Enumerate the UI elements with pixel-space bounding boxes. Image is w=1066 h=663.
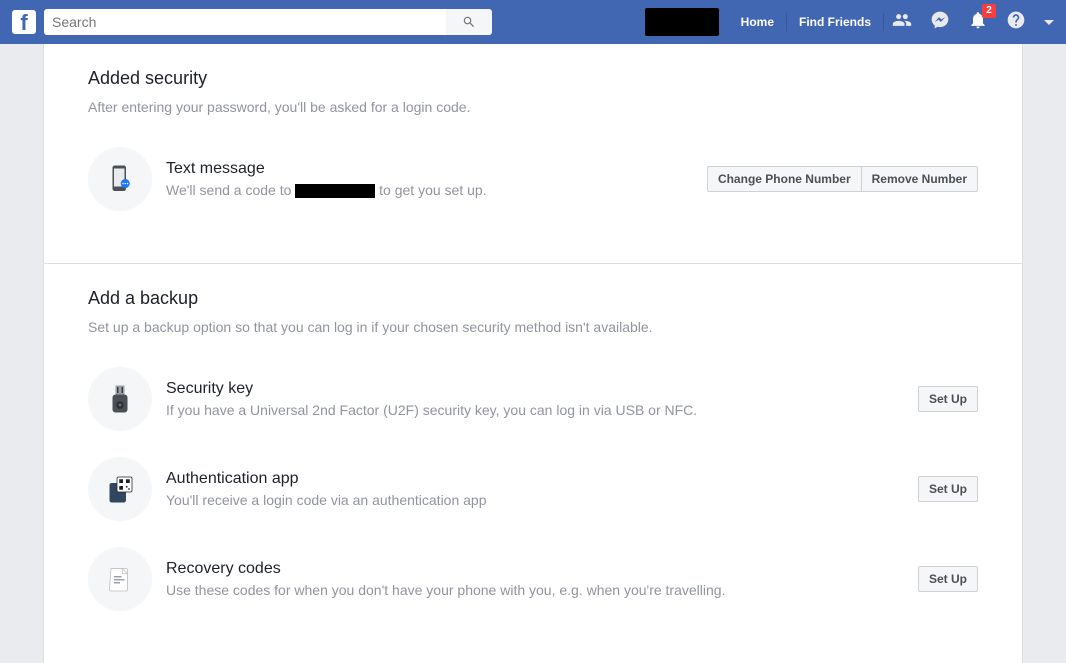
profile-link[interactable] [645,8,719,36]
item-desc: If you have a Universal 2nd Factor (U2F)… [166,402,904,418]
section-title: Added security [88,68,978,89]
item-body: Recovery codes Use these codes for when … [166,560,904,598]
item-title: Recovery codes [166,560,904,578]
messenger-icon [930,10,950,30]
facebook-logo[interactable]: f [12,10,36,34]
recovery-codes-icon [88,547,152,611]
item-desc: You'll receive a login code via an authe… [166,492,904,508]
security-key-icon [88,367,152,431]
settings-card: Added security After entering your passw… [43,44,1023,663]
search-button[interactable] [446,9,492,35]
header-icons: 2 [892,10,1054,35]
item-desc: We'll send a code to to get you set up. [166,182,693,198]
top-header: f Home Find Friends 2 [0,0,1066,44]
item-body: Authentication app You'll receive a logi… [166,470,904,508]
search-container [44,9,492,35]
item-body: Text message We'll send a code to to get… [166,160,693,198]
item-title: Text message [166,160,693,178]
section-desc: Set up a backup option so that you can l… [88,319,978,335]
setup-security-key-button[interactable]: Set Up [918,386,978,412]
item-title: Authentication app [166,470,904,488]
item-body: Security key If you have a Universal 2nd… [166,380,904,418]
add-backup-section: Add a backup Set up a backup option so t… [44,264,1022,663]
section-desc: After entering your password, you'll be … [88,99,978,115]
added-security-section: Added security After entering your passw… [44,44,1022,264]
change-phone-button[interactable]: Change Phone Number [707,166,861,192]
account-menu-caret[interactable] [1044,20,1054,25]
friends-icon [892,10,912,30]
messenger-button[interactable] [930,10,950,35]
help-button[interactable] [1006,10,1026,35]
nav-home[interactable]: Home [731,15,784,29]
remove-number-button[interactable]: Remove Number [861,166,978,192]
page-body: Added security After entering your passw… [0,44,1066,663]
item-title: Security key [166,380,904,398]
nav-find-friends[interactable]: Find Friends [789,15,881,29]
friend-requests-button[interactable] [892,10,912,35]
setup-recovery-codes-button[interactable]: Set Up [918,566,978,592]
phone-icon [88,147,152,211]
notifications-button[interactable]: 2 [968,10,988,35]
recovery-codes-item: Recovery codes Use these codes for when … [88,541,978,631]
section-title: Add a backup [88,288,978,309]
help-icon [1006,10,1026,30]
redacted-phone [295,184,375,198]
search-input[interactable] [44,9,446,35]
search-icon [462,15,476,29]
auth-app-item: Authentication app You'll receive a logi… [88,451,978,541]
notification-badge: 2 [982,4,996,18]
security-key-item: Security key If you have a Universal 2nd… [88,359,978,451]
text-message-item: Text message We'll send a code to to get… [88,139,978,231]
button-group: Change Phone Number Remove Number [707,166,978,192]
auth-app-icon [88,457,152,521]
setup-auth-app-button[interactable]: Set Up [918,476,978,502]
item-desc: Use these codes for when you don't have … [166,582,904,598]
